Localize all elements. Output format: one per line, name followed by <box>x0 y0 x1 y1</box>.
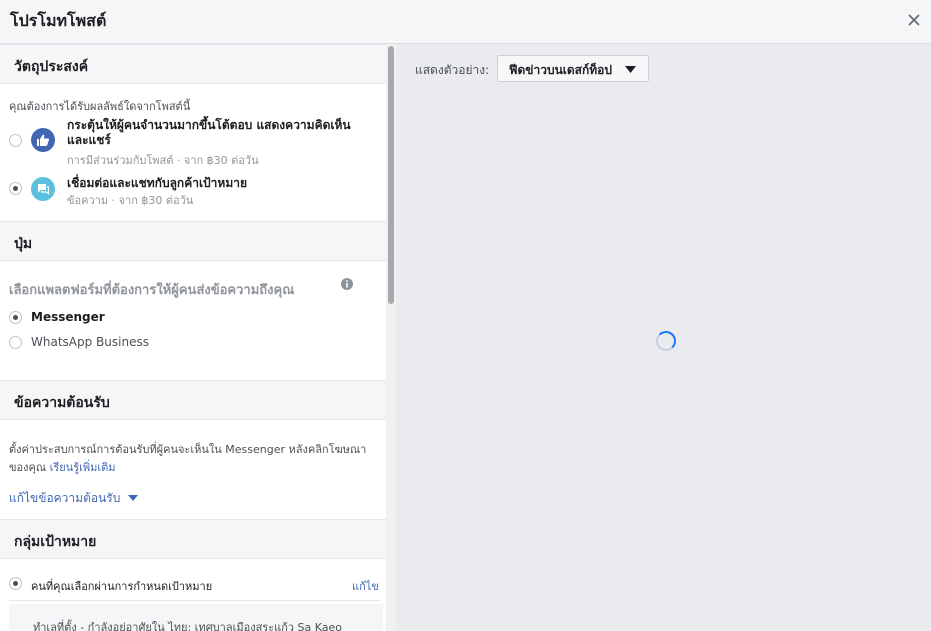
objective-option-sub: ข้อความ · จาก ฿30 ต่อวัน <box>67 194 194 207</box>
thumbs-up-icon <box>31 128 55 152</box>
radio-engagement[interactable] <box>9 134 22 147</box>
audience-details-box: ทำเลที่ตั้ง - กำลังอยู่อาศัยใน ไทย: เทศบ… <box>9 604 383 631</box>
learn-more-link[interactable]: เรียนรู้เพิ่มเติม <box>50 461 116 474</box>
scrollbar-thumb[interactable] <box>388 46 394 304</box>
caret-down-icon <box>128 494 139 501</box>
audience-edit-link[interactable]: แก้ไข <box>352 577 379 595</box>
objective-question: คุณต้องการได้รับผลลัพธ์ใดจากโพสต์นี้ <box>9 100 191 113</box>
edit-welcome-label: แก้ไขข้อความต้อนรับ <box>9 491 121 505</box>
audience-details: ทำเลที่ตั้ง - กำลังอยู่อาศัยใน ไทย: เทศบ… <box>33 621 342 631</box>
dialog-title: โปรโมทโพสต์ <box>10 11 107 30</box>
welcome-desc-line1: ตั้งค่าประสบการณ์การต้อนรับที่ผู้คนจะเห็… <box>9 443 367 456</box>
welcome-desc-text: ของคุณ <box>9 461 47 474</box>
welcome-section-header: ข้อความต้อนรับ <box>0 380 386 420</box>
welcome-heading: ข้อความต้อนรับ <box>14 395 110 411</box>
platform-label: Messenger <box>31 310 105 324</box>
button-section-header: ปุ่ม <box>0 221 386 261</box>
platform-option-messenger[interactable]: Messenger <box>0 308 386 328</box>
close-icon[interactable] <box>903 9 925 31</box>
radio-audience[interactable] <box>9 577 22 590</box>
radio-messenger[interactable] <box>9 311 22 324</box>
welcome-desc-line2: ของคุณ เรียนรู้เพิ่มเติม <box>9 458 116 476</box>
platform-label: WhatsApp Business <box>31 335 149 349</box>
loading-spinner <box>656 331 676 351</box>
objective-option-sub: การมีส่วนร่วมกับโพสต์ · จาก ฿30 ต่อวัน <box>67 154 259 167</box>
preview-panel: แสดงตัวอย่าง: ฟีดข่าวบนเดสก์ท็อป <box>396 44 931 631</box>
settings-panel: วัตถุประสงค์ คุณต้องการได้รับผลลัพธ์ใดจา… <box>0 44 396 631</box>
divider <box>9 600 380 601</box>
audience-heading: กลุ่มเป้าหมาย <box>14 534 97 550</box>
preview-placement-dropdown[interactable]: ฟีดข่าวบนเดสก์ท็อป <box>497 55 649 82</box>
platform-question: เลือกแพลตฟอร์มที่ต้องการให้ผู้คนส่งข้อคว… <box>9 283 295 298</box>
audience-section-header: กลุ่มเป้าหมาย <box>0 519 386 559</box>
button-heading: ปุ่ม <box>14 236 33 252</box>
caret-down-icon <box>625 66 636 73</box>
preview-selected-value: ฟีดข่าวบนเดสก์ท็อป <box>509 63 613 77</box>
radio-messages[interactable] <box>9 182 22 195</box>
radio-whatsapp[interactable] <box>9 336 22 349</box>
dialog-header: โปรโมทโพสต์ <box>0 0 931 44</box>
audience-option-label: คนที่คุณเลือกผ่านการกำหนดเป้าหมาย <box>31 580 213 593</box>
objective-option-messages[interactable]: เชื่อมต่อและแชทกับลูกค้าเป้าหมาย ข้อความ… <box>0 172 386 208</box>
objective-option-engagement[interactable]: กระตุ้นให้ผู้คนจำนวนมากขึ้นโต้ตอบ แสดงคว… <box>0 116 386 168</box>
objective-heading: วัตถุประสงค์ <box>14 59 89 75</box>
chat-bubble-icon <box>31 177 55 201</box>
edit-welcome-button[interactable]: แก้ไขข้อความต้อนรับ <box>9 487 139 508</box>
scrollbar[interactable] <box>386 44 396 631</box>
objective-option-title: กระตุ้นให้ผู้คนจำนวนมากขึ้นโต้ตอบ แสดงคว… <box>67 118 351 147</box>
objective-section-header: วัตถุประสงค์ <box>0 44 386 84</box>
platform-option-whatsapp[interactable]: WhatsApp Business <box>0 333 386 353</box>
audience-option[interactable]: คนที่คุณเลือกผ่านการกำหนดเป้าหมาย แก้ไข <box>0 576 386 596</box>
info-icon[interactable] <box>340 277 354 291</box>
preview-label: แสดงตัวอย่าง: <box>415 63 490 77</box>
